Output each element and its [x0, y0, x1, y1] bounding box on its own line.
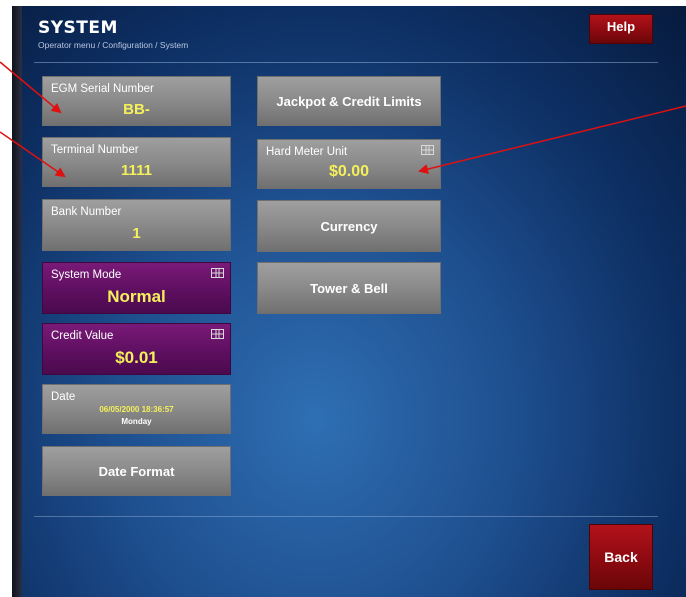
terminal-number-label: Terminal Number	[51, 144, 139, 156]
currency-label: Currency	[320, 218, 378, 234]
tower-bell-label: Tower & Bell	[310, 280, 388, 296]
page-title: SYSTEM	[38, 18, 118, 38]
breadcrumb: Operator menu / Configuration / System	[38, 40, 189, 50]
date-format-button[interactable]: Date Format	[42, 446, 231, 496]
hard-meter-unit-value: $0.00	[328, 163, 370, 180]
currency-button[interactable]: Currency	[257, 200, 441, 252]
grid-icon	[211, 268, 224, 278]
back-button[interactable]: Back	[589, 524, 653, 590]
bank-number-value: 1	[132, 225, 141, 242]
date-label: Date	[51, 391, 76, 403]
terminal-number-tile[interactable]: Terminal Number 1111	[42, 137, 231, 187]
egm-serial-number-value: BB-	[123, 101, 150, 118]
credit-value-value: $0.01	[115, 348, 158, 367]
bank-number-label: Bank Number	[51, 206, 122, 218]
help-button[interactable]: Help	[589, 14, 653, 44]
window-edge	[12, 6, 22, 597]
day-value: Monday	[121, 417, 152, 426]
egm-serial-number-label: EGM Serial Number	[51, 83, 154, 95]
hard-meter-unit-tile[interactable]: Hard Meter Unit $0.00	[257, 139, 441, 189]
jackpot-credit-limits-label: Jackpot & Credit Limits	[276, 93, 422, 109]
grid-icon	[421, 145, 434, 155]
date-tile[interactable]: Date 06/05/2000 18:36:57 Monday	[42, 384, 231, 434]
system-mode-tile[interactable]: System Mode Normal	[42, 262, 231, 314]
jackpot-credit-limits-button[interactable]: Jackpot & Credit Limits	[257, 76, 441, 126]
system-mode-value: Normal	[107, 287, 166, 306]
bank-number-tile[interactable]: Bank Number 1	[42, 199, 231, 251]
system-config-screen: SYSTEM Operator menu / Configuration / S…	[12, 6, 686, 597]
terminal-number-value: 1111	[121, 162, 152, 179]
tower-bell-button[interactable]: Tower & Bell	[257, 262, 441, 314]
egm-serial-number-tile[interactable]: EGM Serial Number BB-	[42, 76, 231, 126]
hard-meter-unit-label: Hard Meter Unit	[266, 146, 348, 158]
grid-icon	[211, 329, 224, 339]
system-mode-label: System Mode	[51, 269, 122, 281]
footer-divider	[34, 516, 658, 517]
header-divider	[34, 62, 658, 63]
date-value: 06/05/2000 18:36:57	[99, 405, 174, 414]
credit-value-label: Credit Value	[51, 330, 114, 342]
date-format-label: Date Format	[98, 463, 175, 479]
credit-value-tile[interactable]: Credit Value $0.01	[42, 323, 231, 375]
